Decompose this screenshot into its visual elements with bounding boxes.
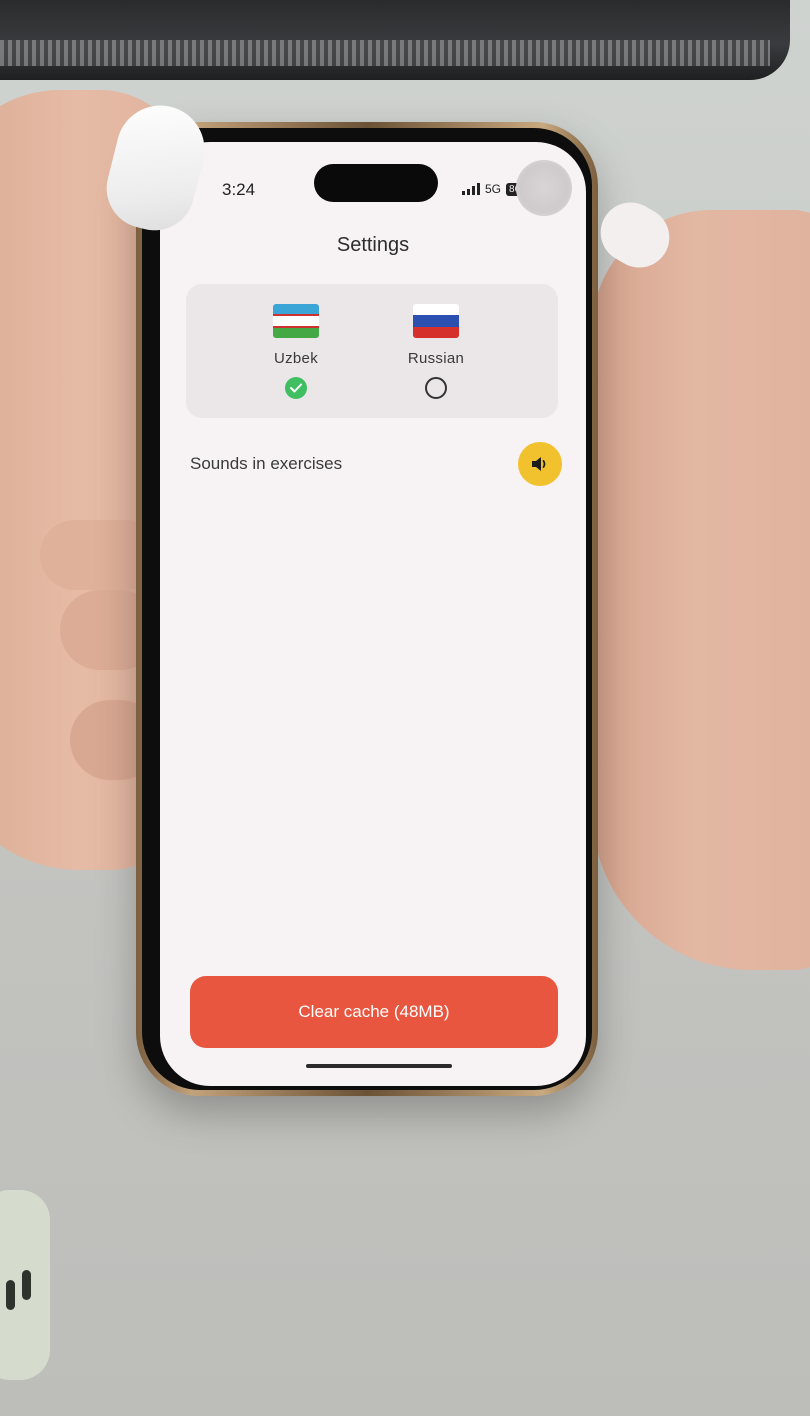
language-label: Russian: [407, 350, 465, 367]
language-option-russian[interactable]: Russian: [366, 284, 506, 418]
bag-background: [0, 0, 790, 80]
photo-scene: 3:24 5G 86 Settings Uzbek Russian Sounds…: [0, 0, 810, 1416]
dynamic-island: [314, 164, 438, 202]
network-label: 5G: [485, 182, 502, 196]
status-bar-right: 5G 86: [462, 182, 524, 196]
status-time: 3:24: [222, 180, 256, 199]
home-indicator[interactable]: [306, 1064, 452, 1068]
phone-bezel: 3:24 5G 86 Settings Uzbek Russian Sounds…: [142, 128, 592, 1090]
watch-band-hole: [22, 1270, 31, 1300]
speaker-toggle-button[interactable]: [518, 442, 562, 486]
watch-band: [0, 1190, 50, 1380]
language-option-uzbek[interactable]: Uzbek: [226, 284, 366, 418]
check-icon[interactable]: [285, 377, 307, 399]
russia-flag-icon: [413, 304, 459, 338]
phone: 3:24 5G 86 Settings Uzbek Russian Sounds…: [136, 122, 598, 1096]
clear-cache-button[interactable]: Clear cache (48MB): [190, 976, 558, 1048]
app-screen: 3:24 5G 86 Settings Uzbek Russian Sounds…: [160, 142, 586, 1086]
zipper: [0, 40, 770, 66]
watch-band-hole: [6, 1280, 15, 1310]
page-title: Settings: [336, 234, 410, 256]
right-hand: [592, 210, 810, 970]
language-selector: Uzbek Russian: [186, 284, 558, 418]
speaker-icon: [532, 457, 546, 471]
radio-unchecked-icon[interactable]: [425, 377, 447, 399]
uzbekistan-flag-icon: [273, 304, 319, 338]
signal-icon: [462, 183, 480, 195]
language-label: Uzbek: [273, 350, 319, 367]
sounds-label: Sounds in exercises: [190, 454, 343, 473]
sounds-setting-row: Sounds in exercises: [190, 442, 562, 492]
assistive-touch-button[interactable]: [516, 160, 572, 216]
